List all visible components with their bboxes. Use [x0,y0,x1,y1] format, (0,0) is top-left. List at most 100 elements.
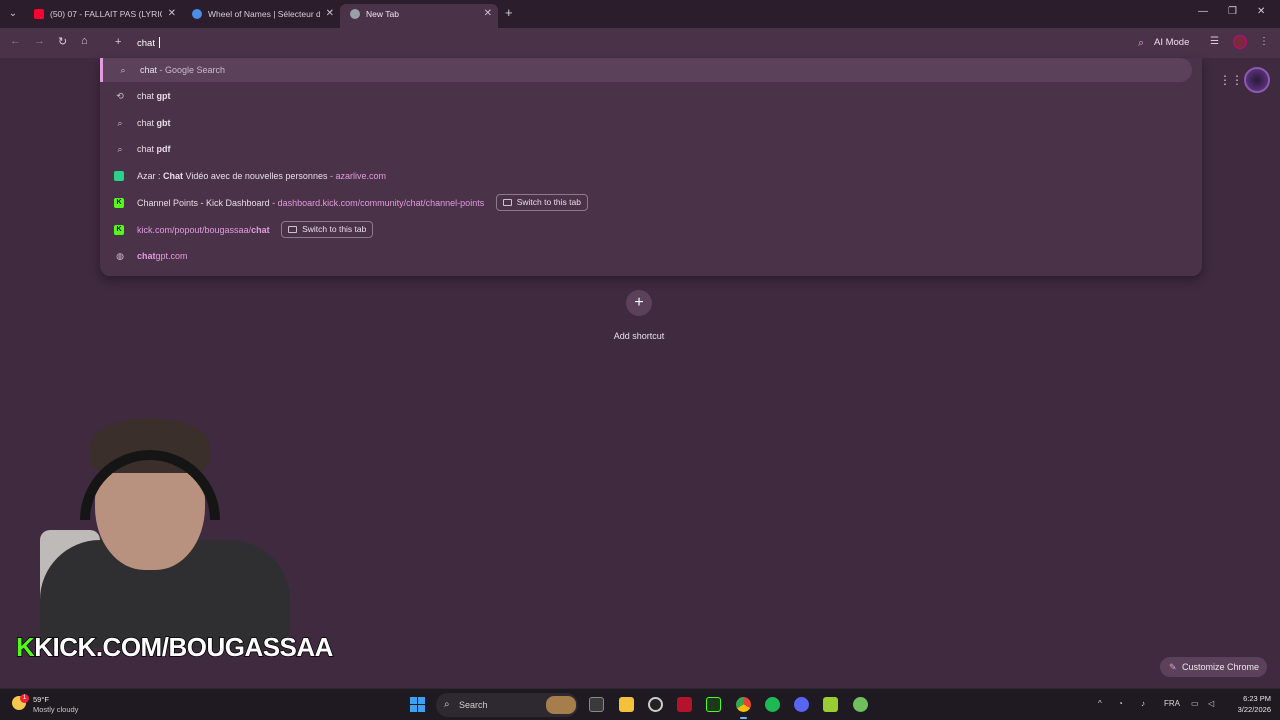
search-highlight-image [546,696,576,714]
ai-mode-button[interactable]: ⌕ AI Mode [1138,34,1189,52]
suggestion-description: Google Search [165,65,226,75]
tab-search-chevron-icon[interactable]: ⌄ [5,6,21,22]
close-icon[interactable]: ✕ [168,4,176,24]
suggestion-history[interactable]: ⟲ chat gpt [100,84,1192,108]
suggestion-completion: pdf [156,144,171,154]
suggestion-query: chat [137,91,157,101]
webcam-overlay [40,410,300,648]
switch-tab-icon [288,226,298,233]
app-green-icon[interactable] [823,697,838,712]
pencil-icon: ✎ [1169,662,1177,672]
tab-search-icon[interactable]: ☰ [1210,36,1219,47]
switch-to-tab-button[interactable]: Switch to this tab [281,221,374,238]
volume-icon[interactable]: ◁ [1208,699,1214,708]
suggestion-title-match: Chat [163,171,184,181]
suggestion-url: /channel-points [423,198,485,208]
windows-start-icon[interactable] [410,697,425,712]
suggestion-url: azarlive.com [335,171,386,181]
profile-avatar[interactable] [1233,35,1247,49]
obs-icon[interactable] [648,697,663,712]
terminal-icon[interactable] [706,697,721,712]
tab-title: New Tab [366,9,399,19]
suggestion-title: Azar : [137,171,164,181]
suggestion-url-match: chat [251,225,270,235]
tab-new-tab[interactable]: New Tab ✕ [340,4,498,28]
close-icon[interactable]: ✕ [326,4,334,24]
add-shortcut-label: Add shortcut [613,331,665,341]
weather-widget[interactable]: 1 59°F Mostly cloudy [12,694,92,716]
suggestion-title: Channel Points - Kick Dashboard [137,198,270,208]
chrome-icon [350,9,360,19]
suggestion-search[interactable]: ⌕ chat - Google Search [100,58,1192,82]
add-shortcut-button[interactable]: + [626,290,652,316]
azar-favicon-icon [114,171,124,181]
back-icon[interactable]: ← [10,35,21,47]
switch-to-tab-button[interactable]: Switch to this tab [495,194,588,211]
microphone-icon[interactable]: ♪ [1141,699,1145,708]
window-close-icon[interactable]: ✕ [1257,6,1265,17]
taskbar-search-label: Search [459,700,488,710]
task-view-icon[interactable] [589,697,604,712]
suggestion-query: chat [140,65,158,75]
suggestion-separator: - [157,65,166,75]
suggestion-completion: gbt [156,118,171,128]
ai-mode-label: AI Mode [1154,37,1190,48]
tab-wheel-of-names[interactable]: Wheel of Names | Sélecteur de ✕ [182,4,340,28]
menu-icon[interactable]: ⋮ [1259,36,1269,47]
ai-search-icon: ⌕ [1138,37,1145,49]
weather-temperature: 59°F [33,695,49,704]
tray-overflow-icon[interactable]: ^ [1098,699,1102,708]
omnibox-input[interactable]: chat [137,37,160,49]
kick-channel-url: KICK.COM/BOUGASSAA [34,631,335,663]
language-indicator[interactable]: FRA [1164,699,1180,708]
suggestion-azarlive[interactable]: Azar : Chat Vidéo avec de nouvelles pers… [100,164,1192,188]
minimize-icon[interactable]: — [1198,6,1208,17]
discord-icon[interactable] [794,697,809,712]
suggestion-url: kick.com/popout/bougassaa/ [137,225,252,235]
wheel-icon [192,9,202,19]
app-red-icon[interactable] [677,697,692,712]
reload-icon[interactable]: ↻ [58,35,67,48]
suggestion-chatgpt[interactable]: ◍ chatgpt.com [100,244,1192,268]
display-icon[interactable]: ▭ [1191,699,1199,708]
new-tab-button[interactable]: + [505,5,513,20]
forward-icon[interactable]: → [34,35,45,47]
switch-tab-label: Switch to this tab [302,224,367,234]
system-clock[interactable]: 6:23 PM 3/22/2026 [1225,693,1271,715]
suggestion-query: chat [137,144,157,154]
taskbar-search[interactable]: ⌕ Search [436,693,578,717]
search-icon: ⌕ [444,699,450,710]
home-icon[interactable]: ⌂ [81,35,88,47]
suggestion-search[interactable]: ⌕ chat pdf [100,137,1192,161]
kick-favicon-icon: K [114,225,124,235]
tab-title: Wheel of Names | Sélecteur de [208,9,320,19]
close-icon[interactable]: ✕ [484,4,492,24]
suggestion-kick-popout[interactable]: K kick.com/popout/bougassaa/chat Switch … [100,218,1192,242]
text-caret [158,37,160,48]
kick-channel-banner: KKICK.COM/BOUGASSAA [15,631,335,663]
omnibox-value: chat [137,38,158,49]
windows-taskbar: 1 59°F Mostly cloudy ⌕ Search ^ ◔ ♪ FRA … [0,688,1280,720]
kick-favicon-icon: K [114,198,124,208]
kick-logo-letter: K [15,631,35,663]
file-explorer-icon[interactable] [619,697,634,712]
network-icon[interactable]: ◔ [1118,699,1123,708]
google-apps-icon[interactable]: ⋮⋮ [1219,73,1243,87]
clock-time: 6:23 PM [1243,694,1271,703]
tab-title: (50) 07 - FALLAIT PAS (LYRIC VIDEO) [50,9,162,19]
add-context-icon[interactable]: + [115,36,121,48]
chrome-taskbar-icon[interactable] [736,697,751,719]
spotify-icon[interactable] [765,697,780,712]
account-avatar[interactable] [1244,67,1270,93]
suggestion-separator: - [269,198,278,208]
gear-app-icon[interactable] [853,697,868,712]
suggestion-search[interactable]: ⌕ chat gbt [100,111,1192,135]
weather-description: Mostly cloudy [33,705,79,714]
clock-date: 3/22/2026 [1237,705,1271,714]
tab-youtube[interactable]: (50) 07 - FALLAIT PAS (LYRIC VIDEO) ✕ [24,4,182,28]
restore-icon[interactable]: ❐ [1228,6,1237,17]
suggestion-url-match: chat [137,251,156,261]
customize-chrome-button[interactable]: ✎ Customize Chrome [1160,657,1268,677]
suggestion-kick-dashboard[interactable]: K Channel Points - Kick Dashboard - dash… [100,191,1192,215]
search-icon: ⌕ [117,118,123,128]
